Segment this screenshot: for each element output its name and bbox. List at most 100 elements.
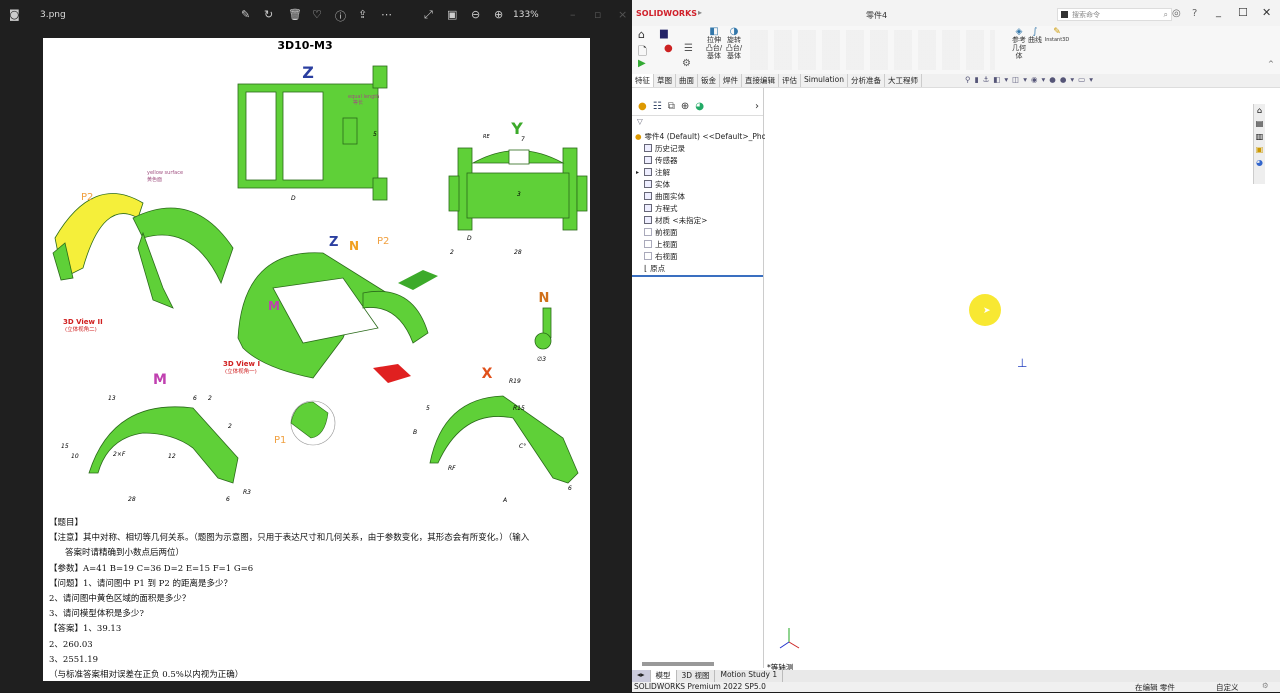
tree-item-label: 右视面 [655,251,678,261]
tab-features[interactable]: 特征 [632,74,654,87]
tree-item-history[interactable]: 历史记录 [644,142,685,154]
units-selector[interactable]: 自定义 [1216,682,1239,693]
tree-item-origin[interactable]: ⌊ 原点 [644,262,665,274]
zoom-in-icon[interactable]: ⊕ [494,8,503,21]
rotate-icon[interactable]: ↻ [264,8,273,21]
save-icon[interactable]: ▆ [660,28,668,39]
resources-icon[interactable]: ⌂ [1257,106,1262,115]
tree-item-material[interactable]: 材质 <未指定> [644,214,707,226]
arrow-label-n: N [349,239,359,253]
appearances-icon[interactable]: ◕ [1256,158,1263,167]
extrude-boss-button[interactable]: ◧ 拉伸凸台/基体 [705,26,723,61]
tab-simulation[interactable]: Simulation [801,74,848,87]
fit-icon[interactable]: ▣ [447,8,457,21]
search-icon[interactable]: ⌕ [1164,10,1171,20]
task-pane-tabs[interactable]: ⌂ ▤ ▥ ▣ ◕ [1253,104,1265,184]
open-icon[interactable]: ▶ [638,58,646,69]
more-icon[interactable]: ⋯ [381,8,392,21]
tree-item-top-plane[interactable]: 上视面 [644,238,678,250]
collapse-ribbon-icon[interactable]: ^ [1268,60,1274,68]
heads-up-view-toolbar[interactable]: ⚲▮⚓◧▾◫▾◉▾●●▾▭▾ [962,74,1100,87]
title-bar: SOLIDWORKS ▸ 零件4 搜索命令 ⌕ ◎ ? _ ☐ ✕ [632,0,1280,28]
dim-7: 7 [521,136,525,143]
tab-model[interactable]: 模型 [650,670,677,682]
tab-surfaces[interactable]: 曲面 [676,74,698,87]
options-icon[interactable]: ⚙ [682,58,691,69]
info-icon[interactable]: ⓘ [335,8,346,24]
filter-icon[interactable]: ▽ [637,117,643,126]
menu-expand-icon[interactable]: ▸ [698,8,702,17]
help-icon[interactable]: ? [1192,8,1197,19]
file-explorer-icon[interactable]: ▥ [1256,132,1264,141]
curves-button[interactable]: ∫ 曲线 [1028,28,1042,45]
close-icon[interactable]: ✕ [1262,6,1271,19]
dimxpert-tab-icon[interactable]: ⊕ [681,101,689,112]
tree-item-equations[interactable]: 方程式 [644,202,678,214]
dim-2-m: 2 [208,395,212,402]
3d-view-2 [52,193,234,309]
featuremanager-tab-icon[interactable]: ● [638,101,647,112]
arrow-x-icon [373,364,411,383]
tree-horizontal-scrollbar[interactable] [642,662,714,666]
share-icon[interactable]: ⇪ [358,8,367,21]
edit-icon[interactable]: ✎ [241,8,250,21]
more-tabs-icon[interactable]: › [755,101,763,112]
tab-motion-study[interactable]: Motion Study 1 [715,670,784,682]
reference-geometry-button[interactable]: ◈ 参考几何体 [1012,28,1026,61]
dim-re-y: RE [483,134,490,140]
graphics-area[interactable]: ➤ ⊥ *等轴测 ⌂ ▤ ▥ ▣ ◕ [765,88,1265,672]
rebuild-icon[interactable]: ● [664,43,673,54]
close-icon[interactable]: × [618,8,627,21]
tree-item-front-plane[interactable]: 前视面 [644,226,678,238]
maximize-icon[interactable]: ▫ [594,8,601,21]
equal-length-note-cn: 等长 [353,99,363,106]
tab-direct-editing[interactable]: 直接编辑 [742,74,779,87]
tab-evaluate[interactable]: 评估 [779,74,801,87]
tab-analysis-prep[interactable]: 分析准备 [848,74,885,87]
minimize-icon[interactable]: – [570,8,576,21]
design-library-icon[interactable]: ▤ [1256,119,1264,128]
tab-sketch[interactable]: 草图 [654,74,676,87]
drawing: 3D10-M3 Z equal length 等长 5 D Y RE 7 3 D… [52,39,588,504]
status-settings-icon[interactable]: ⚙ [1262,681,1269,690]
front-view-y [448,147,588,231]
tab-scroll-arrows[interactable]: ◂▸ [632,670,651,682]
instant3d-button[interactable]: ✎ Instant3D [1044,28,1070,44]
tab-3d-views[interactable]: 3D 视图 [677,670,716,682]
tree-item-solid-bodies[interactable]: 实体 [644,178,670,190]
tree-item-label: 曲面实体 [655,191,685,201]
tree-item-right-plane[interactable]: 右视面 [644,250,678,262]
status-bar: SOLIDWORKS Premium 2022 SP5.0 在编辑 零件 自定义… [632,681,1280,693]
configurationmanager-tab-icon[interactable]: ⧉ [668,101,675,112]
home-icon[interactable]: ⌂ [638,28,645,41]
delete-icon[interactable]: 🗑 [288,8,302,21]
tab-plugin[interactable]: 大工程师 [885,74,922,87]
rollback-bar[interactable] [632,275,763,277]
propertymanager-tab-icon[interactable]: ☷ [653,101,662,112]
user-icon[interactable]: ◎ [1172,8,1181,19]
zoom-out-icon[interactable]: ⊖ [471,8,480,21]
tab-weldments[interactable]: 焊件 [720,74,742,87]
tree-item-sensors[interactable]: 传感器 [644,154,678,166]
search-placeholder: 搜索命令 [1072,10,1100,19]
favorite-icon[interactable]: ♡ [312,8,322,21]
extrude-icon: ◧ [709,26,719,37]
view-palette-icon[interactable]: ▣ [1256,145,1264,154]
search-commands-input[interactable]: 搜索命令 ⌕ [1057,8,1172,21]
answer-2: 2、260.03 [49,639,93,650]
maximize-icon[interactable]: ☐ [1238,6,1248,19]
tree-root-part[interactable]: ● 零件4 (Default) <<Default>_Photo\ [635,130,776,142]
revolve-boss-button[interactable]: ◑ 旋转凸台/基体 [725,27,743,61]
list-icon[interactable]: ☰ [684,43,693,54]
tab-sheet-metal[interactable]: 钣金 [698,74,720,87]
tree-item-annotations[interactable]: ▸ 注解 [636,166,670,178]
display-manager-tab-icon[interactable]: ◕ [695,101,704,112]
dim-2-m2: 2 [228,423,232,430]
dim-6-m: 6 [226,496,230,503]
tree-item-surface-bodies[interactable]: 曲面实体 [644,190,685,202]
bottom-tabs: ◂▸ 模型 3D 视图 Motion Study 1 [632,670,1280,682]
expand-icon[interactable]: ▸ [636,169,639,176]
sensors-icon [644,156,652,164]
minimize-icon[interactable]: _ [1216,7,1221,18]
fullscreen-icon[interactable]: ⤢ [424,8,433,22]
